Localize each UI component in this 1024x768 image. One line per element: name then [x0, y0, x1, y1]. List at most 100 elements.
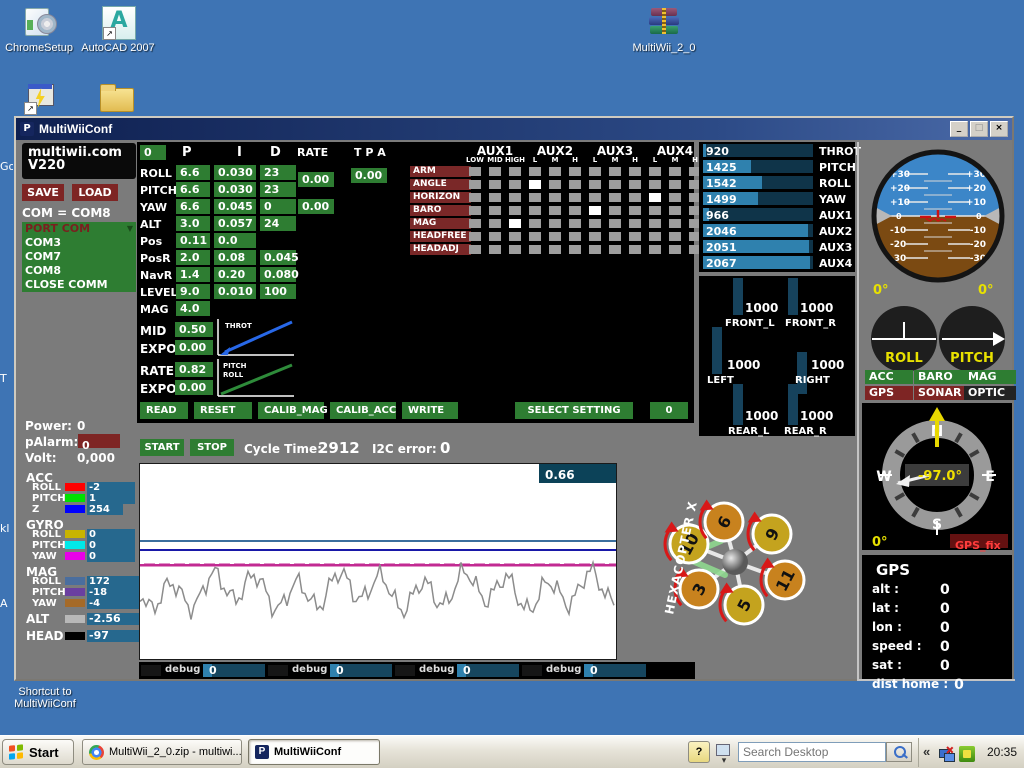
- aux-checkbox[interactable]: [529, 180, 541, 189]
- aux-checkbox[interactable]: [469, 245, 481, 254]
- aux-checkbox[interactable]: [569, 219, 581, 228]
- port-dropdown-item[interactable]: COM8: [22, 264, 136, 278]
- aux-checkbox[interactable]: [609, 219, 621, 228]
- mid-field[interactable]: 0.50: [175, 322, 213, 337]
- aux-checkbox[interactable]: [549, 219, 561, 228]
- aux-checkbox[interactable]: [469, 206, 481, 215]
- rate-field[interactable]: 0.82: [175, 362, 213, 377]
- aux-checkbox[interactable]: [609, 193, 621, 202]
- taskbar-task-multiwiiconf[interactable]: P MultiWiiConf: [248, 739, 380, 765]
- aux-checkbox[interactable]: [549, 180, 561, 189]
- aux-checkbox[interactable]: [569, 180, 581, 189]
- aux-checkbox[interactable]: [529, 206, 541, 215]
- pid-d-field[interactable]: 0.080: [260, 267, 296, 282]
- profile-selector[interactable]: 0: [140, 145, 166, 160]
- aux-checkbox[interactable]: [589, 245, 601, 254]
- aux-checkbox[interactable]: [589, 219, 601, 228]
- pid-i-field[interactable]: 0.057: [214, 216, 256, 231]
- aux-checkbox[interactable]: [649, 219, 661, 228]
- aux-checkbox[interactable]: [589, 167, 601, 176]
- aux-checkbox[interactable]: [529, 167, 541, 176]
- aux-checkbox[interactable]: [509, 245, 521, 254]
- calib-mag-button[interactable]: CALIB_MAG: [258, 402, 324, 419]
- aux-checkbox[interactable]: [469, 180, 481, 189]
- aux-checkbox[interactable]: [629, 167, 641, 176]
- aux-checkbox[interactable]: [649, 206, 661, 215]
- aux-checkbox[interactable]: [469, 232, 481, 241]
- aux-checkbox[interactable]: [489, 206, 501, 215]
- start-button[interactable]: START: [140, 439, 184, 456]
- rate-rollpitch-field[interactable]: 0.00: [298, 172, 334, 187]
- maximize-button[interactable]: □: [970, 121, 988, 137]
- port-dropdown-header[interactable]: PORT COM ▼: [22, 222, 136, 236]
- reset-button[interactable]: RESET: [194, 402, 252, 419]
- pid-p-field[interactable]: 0.11: [176, 233, 210, 248]
- aux-checkbox[interactable]: [489, 219, 501, 228]
- aux-checkbox[interactable]: [669, 219, 681, 228]
- search-input[interactable]: [738, 742, 886, 762]
- aux-checkbox[interactable]: [629, 219, 641, 228]
- aux-checkbox[interactable]: [669, 180, 681, 189]
- graph-scale-box[interactable]: 0.66: [539, 464, 616, 483]
- aux-checkbox[interactable]: [509, 206, 521, 215]
- pid-i-field[interactable]: 0.010: [214, 284, 256, 299]
- pid-i-field[interactable]: 0.030: [214, 182, 256, 197]
- load-button[interactable]: LOAD: [72, 184, 118, 201]
- select-setting-value[interactable]: 0: [650, 402, 688, 419]
- aux-checkbox[interactable]: [609, 180, 621, 189]
- pid-p-field[interactable]: 6.6: [176, 199, 210, 214]
- expo2-field[interactable]: 0.00: [175, 380, 213, 395]
- aux-checkbox[interactable]: [569, 193, 581, 202]
- aux-checkbox[interactable]: [569, 167, 581, 176]
- aux-checkbox[interactable]: [549, 193, 561, 202]
- aux-checkbox[interactable]: [529, 193, 541, 202]
- aux-checkbox[interactable]: [529, 245, 541, 254]
- pid-d-field[interactable]: 0: [260, 199, 296, 214]
- pid-p-field[interactable]: 2.0: [176, 250, 210, 265]
- expo-field[interactable]: 0.00: [175, 340, 213, 355]
- aux-checkbox[interactable]: [649, 245, 661, 254]
- port-dropdown-item[interactable]: COM7: [22, 250, 136, 264]
- aux-checkbox[interactable]: [549, 206, 561, 215]
- pid-p-field[interactable]: 6.6: [176, 165, 210, 180]
- desktop-icon-chromesetup[interactable]: ChromeSetup: [2, 4, 76, 66]
- pid-p-field[interactable]: 3.0: [176, 216, 210, 231]
- aux-checkbox[interactable]: [609, 245, 621, 254]
- aux-checkbox[interactable]: [589, 206, 601, 215]
- rate-yaw-field[interactable]: 0.00: [298, 199, 334, 214]
- aux-checkbox[interactable]: [629, 206, 641, 215]
- aux-checkbox[interactable]: [649, 193, 661, 202]
- aux-checkbox[interactable]: [529, 232, 541, 241]
- port-dropdown-item[interactable]: CLOSE COMM: [22, 278, 136, 292]
- aux-checkbox[interactable]: [549, 232, 561, 241]
- antivirus-icon[interactable]: [959, 746, 975, 762]
- aux-checkbox[interactable]: [469, 219, 481, 228]
- aux-checkbox[interactable]: [549, 245, 561, 254]
- aux-checkbox[interactable]: [649, 180, 661, 189]
- aux-checkbox[interactable]: [669, 167, 681, 176]
- network-icon[interactable]: [939, 746, 955, 762]
- aux-checkbox[interactable]: [669, 232, 681, 241]
- save-button[interactable]: SAVE: [22, 184, 64, 201]
- aux-checkbox[interactable]: [489, 180, 501, 189]
- pid-d-field[interactable]: 24: [260, 216, 296, 231]
- aux-checkbox[interactable]: [629, 180, 641, 189]
- aux-checkbox[interactable]: [589, 180, 601, 189]
- aux-checkbox[interactable]: [509, 193, 521, 202]
- pid-i-field[interactable]: 0.045: [214, 199, 256, 214]
- port-dropdown-item[interactable]: COM3: [22, 236, 136, 250]
- aux-checkbox[interactable]: [469, 167, 481, 176]
- aux-checkbox[interactable]: [629, 245, 641, 254]
- close-button[interactable]: ×: [990, 121, 1008, 137]
- desktop-icon-app-shortcut[interactable]: ↗: [24, 82, 56, 114]
- aux-checkbox[interactable]: [509, 232, 521, 241]
- aux-checkbox[interactable]: [509, 219, 521, 228]
- taskbar-task-zip[interactable]: MultiWii_2_0.zip - multiwi...: [82, 739, 242, 765]
- aux-checkbox[interactable]: [489, 167, 501, 176]
- aux-checkbox[interactable]: [509, 180, 521, 189]
- aux-checkbox[interactable]: [509, 167, 521, 176]
- aux-checkbox[interactable]: [529, 219, 541, 228]
- aux-checkbox[interactable]: [629, 232, 641, 241]
- aux-checkbox[interactable]: [569, 232, 581, 241]
- pid-d-field[interactable]: 23: [260, 182, 296, 197]
